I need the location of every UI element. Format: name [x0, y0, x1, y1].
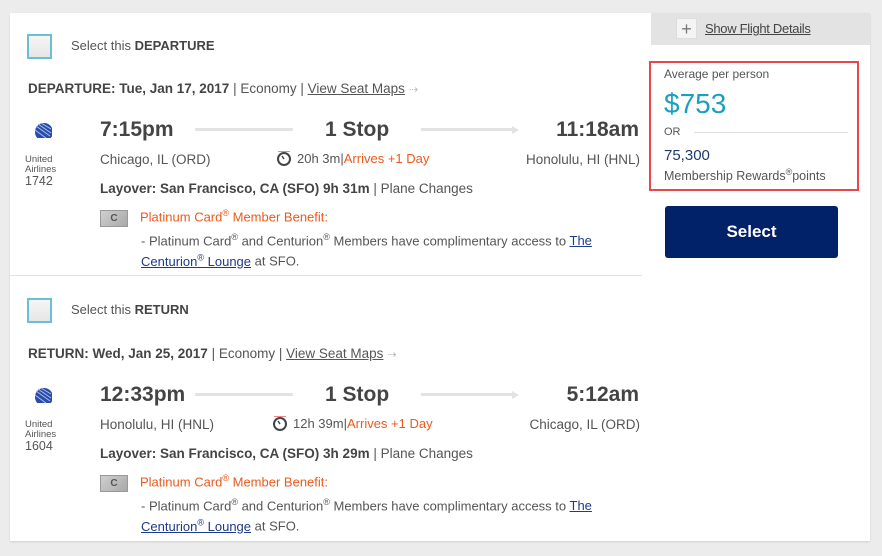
- price-value: $753: [664, 88, 727, 119]
- view-seat-maps-link[interactable]: View Seat Maps: [286, 346, 383, 361]
- arrival-time: 5:12am: [566, 383, 639, 406]
- stops-count: 1 Stop: [325, 118, 390, 141]
- benefit-title-card: Platinum Card: [140, 209, 223, 225]
- layover-details: Layover: San Francisco, CA (SFO) 9h 31m: [100, 181, 370, 196]
- select-bold: RETURN: [134, 302, 189, 317]
- select-return-checkbox[interactable]: [27, 298, 52, 323]
- arrow-right-icon: ⇢: [408, 84, 419, 96]
- points-label: Membership Rewards®points: [664, 167, 826, 183]
- select-prefix: Select this: [71, 302, 135, 317]
- clock-icon: [273, 416, 287, 431]
- select-prefix: Select this: [71, 38, 135, 53]
- registered-mark: ®: [231, 232, 238, 242]
- united-airlines-logo-icon: [34, 122, 53, 141]
- layover-info: Layover: San Francisco, CA (SFO) 3h 29m …: [100, 446, 473, 461]
- clock-icon: [277, 151, 291, 166]
- points-label-prefix: Membership Rewards: [664, 169, 786, 184]
- route-arrow-icon: [512, 390, 519, 399]
- benefit-title-rest: Member Benefit:: [229, 474, 329, 490]
- benefit-text-3: Members have complimentary access to: [329, 498, 570, 514]
- benefit-text-2: and Centurion: [237, 498, 324, 514]
- layover-info: Layover: San Francisco, CA (SFO) 9h 31m …: [100, 181, 473, 196]
- benefit-text-4: at SFO.: [251, 518, 300, 534]
- trip-duration: 20h 3m | Arrives +1 Day: [276, 150, 429, 166]
- select-departure-checkbox[interactable]: [27, 34, 52, 59]
- trip-duration: 12h 39m | Arrives +1 Day: [272, 415, 433, 431]
- duration-value: 20h 3m: [297, 150, 341, 166]
- route-line-left: [195, 393, 293, 396]
- arrival-time: 11:18am: [556, 118, 639, 141]
- plus-icon[interactable]: +: [676, 18, 697, 39]
- return-date-line: RETURN: Wed, Jan 25, 2017 | Economy | Vi…: [28, 346, 397, 361]
- benefit-text-3: Members have complimentary access to: [329, 233, 570, 249]
- select-return-label[interactable]: Select this RETURN: [71, 302, 189, 317]
- benefit-text-4: at SFO.: [251, 253, 300, 269]
- airline-info: United Airlines 1604: [25, 387, 65, 453]
- points-label-suffix: points: [792, 169, 826, 184]
- arrives-next-day-note: Arrives +1 Day: [346, 415, 433, 431]
- view-seat-maps-link[interactable]: View Seat Maps: [308, 81, 405, 96]
- benefit-text-2: and Centurion: [237, 233, 324, 249]
- show-flight-details-toggle[interactable]: + Show Flight Details: [676, 18, 811, 39]
- benefit-title: Platinum Card® Member Benefit:: [140, 473, 328, 489]
- registered-mark: ®: [323, 232, 330, 242]
- show-flight-details-link[interactable]: Show Flight Details: [705, 21, 811, 36]
- platinum-card-icon: C: [100, 210, 128, 227]
- route-line-right: [421, 128, 513, 131]
- airline-info: United Airlines 1742: [25, 122, 65, 188]
- destination-city: Chicago, IL (ORD): [529, 417, 640, 432]
- plane-changes: | Plane Changes: [369, 181, 473, 196]
- plane-changes: | Plane Changes: [369, 446, 473, 461]
- return-date: RETURN: Wed, Jan 25, 2017: [28, 346, 208, 361]
- cabin-class: | Economy |: [207, 346, 287, 361]
- benefit-text-1: - Platinum Card: [141, 233, 232, 249]
- origin-city: Chicago, IL (ORD): [100, 152, 211, 167]
- arrives-next-day-note: Arrives +1 Day: [343, 150, 430, 166]
- cabin-class: | Economy |: [229, 81, 308, 96]
- registered-mark: ®: [323, 497, 330, 507]
- route-line-right: [421, 393, 513, 396]
- section-divider: [10, 275, 642, 276]
- route-arrow-icon: [512, 125, 519, 134]
- arrow-right-icon: ⇢: [387, 349, 397, 361]
- or-separator: OR: [664, 126, 848, 138]
- destination-city: Honolulu, HI (HNL): [525, 152, 640, 167]
- benefit-description: - Platinum Card® and Centurion® Members …: [141, 494, 611, 535]
- lounge-link-2[interactable]: Lounge: [204, 519, 251, 534]
- registered-mark: ®: [231, 497, 238, 507]
- layover-details: Layover: San Francisco, CA (SFO) 3h 29m: [100, 446, 370, 461]
- or-divider-line: [693, 131, 848, 133]
- united-airlines-logo-icon: [34, 387, 53, 406]
- or-label: OR: [664, 126, 681, 138]
- origin-city: Honolulu, HI (HNL): [100, 417, 215, 432]
- benefit-title-card: Platinum Card: [140, 474, 223, 490]
- flight-number: 1604: [25, 439, 53, 453]
- departure-time: 12:33pm: [100, 383, 186, 406]
- benefit-title: Platinum Card® Member Benefit:: [140, 208, 328, 224]
- select-bold: DEPARTURE: [134, 38, 215, 53]
- platinum-card-icon: C: [100, 475, 128, 492]
- duration-value: 12h 39m: [293, 415, 344, 431]
- select-button[interactable]: Select: [665, 206, 838, 258]
- departure-date-line: DEPARTURE: Tue, Jan 17, 2017 | Economy |…: [28, 81, 418, 96]
- price-label: Average per person: [664, 67, 770, 81]
- select-departure-label[interactable]: Select this DEPARTURE: [71, 38, 215, 53]
- benefit-text-1: - Platinum Card: [141, 498, 232, 514]
- benefit-description: - Platinum Card® and Centurion® Members …: [141, 229, 611, 270]
- departure-date: DEPARTURE: Tue, Jan 17, 2017: [28, 81, 230, 96]
- benefit-title-rest: Member Benefit:: [229, 209, 329, 225]
- points-value: 75,300: [664, 147, 710, 164]
- lounge-link-2[interactable]: Lounge: [204, 254, 251, 269]
- route-line-left: [195, 128, 293, 131]
- flight-number: 1742: [25, 174, 53, 188]
- departure-time: 7:15pm: [100, 118, 174, 141]
- stops-count: 1 Stop: [325, 383, 390, 406]
